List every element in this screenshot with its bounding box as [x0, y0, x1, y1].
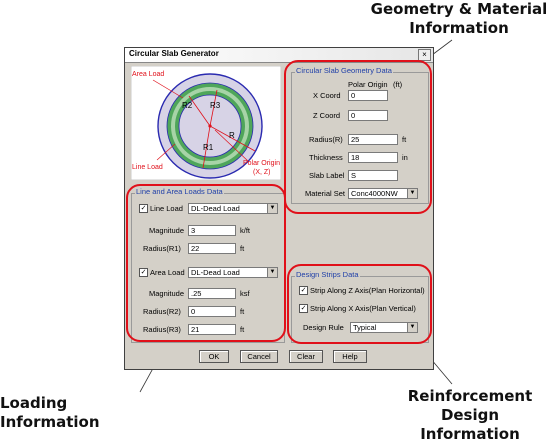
loading-highlight [126, 184, 286, 342]
cancel-button[interactable]: Cancel [240, 350, 278, 363]
dialog-title: Circular Slab Generator [129, 49, 219, 58]
clear-button[interactable]: Clear [289, 350, 323, 363]
r1-text: R1 [203, 143, 214, 152]
r-text: R [229, 131, 235, 140]
ok-button[interactable]: OK [199, 350, 229, 363]
reinforcement-highlight [287, 264, 432, 344]
r2-text: R2 [182, 101, 193, 110]
slab-diagram: Area Load Line Load Polar Origin (X, Z) … [131, 66, 281, 180]
r3-text: R3 [210, 101, 221, 110]
line-load-text: Line Load [132, 164, 163, 171]
polar-xz-text: (X, Z) [253, 169, 271, 176]
polar-origin-text: Polar Origin [243, 160, 280, 167]
help-button[interactable]: Help [333, 350, 367, 363]
polar-origin-point [208, 124, 212, 128]
area-load-text: Area Load [132, 71, 164, 78]
geometry-highlight [284, 60, 432, 214]
